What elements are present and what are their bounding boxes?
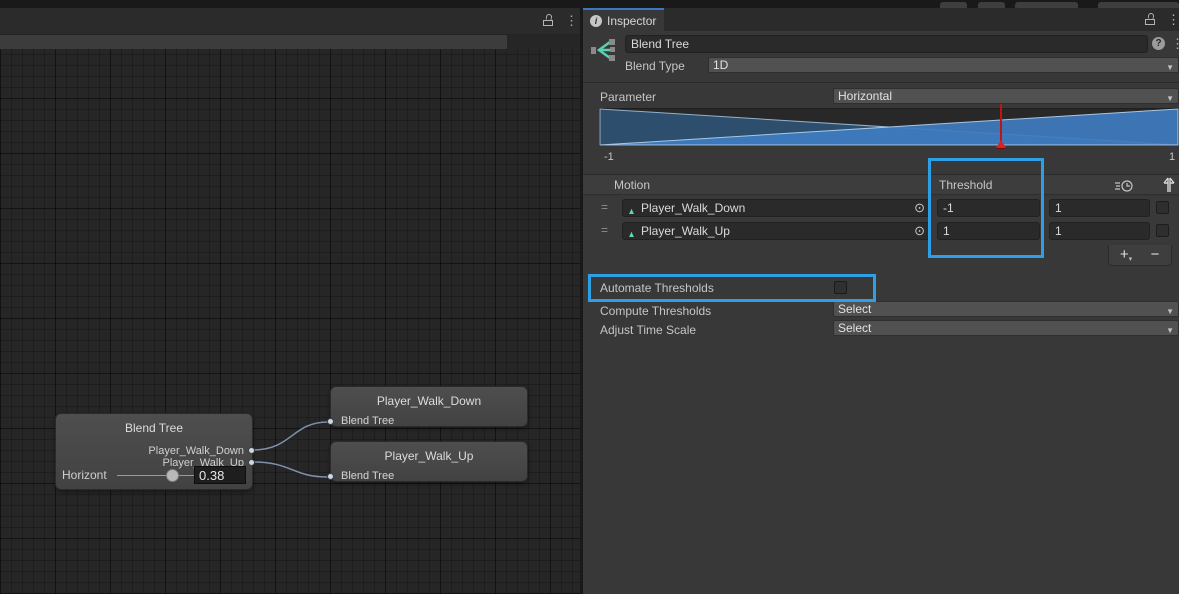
motion-row: = ▲ Player_Walk_Up ⊙ 1 1	[583, 220, 1179, 242]
motion-name: Player_Walk_Up	[641, 224, 730, 238]
threshold-field[interactable]: -1	[937, 199, 1040, 217]
adjust-time-scale-label: Adjust Time Scale	[600, 323, 696, 337]
animation-clip-icon: ▲	[627, 203, 635, 219]
lock-icon[interactable]	[1145, 13, 1155, 29]
parameter-dropdown[interactable]: Horizontal ▼	[833, 88, 1179, 104]
blend-space-graph[interactable]	[599, 108, 1179, 146]
asset-name-field[interactable]: Blend Tree	[625, 35, 1148, 53]
inspector-top-strip	[583, 0, 1179, 8]
motion-name: Player_Walk_Down	[641, 201, 745, 215]
blend-max-label: 1	[1169, 151, 1175, 163]
chevron-down-icon: ▼	[1166, 61, 1174, 75]
speed-field[interactable]: 1	[1049, 222, 1150, 240]
blend-min-label: -1	[604, 151, 614, 163]
animator-grid-canvas[interactable]: Blend Tree Player_Walk_Down Player_Walk_…	[0, 49, 580, 594]
inspector-tab-label: Inspector	[607, 14, 656, 28]
animator-panel: ⋮ Blend Tree Player_Walk_Down Player_Wal…	[0, 0, 580, 594]
inspector-panel: i Inspector ⋮ Blend Tree ? ⋮ Blend Type …	[583, 0, 1179, 594]
tab-inspector[interactable]: i Inspector	[583, 8, 664, 31]
blend-tree-node-title: Blend Tree	[56, 414, 252, 435]
parameter-value: Horizontal	[838, 89, 892, 103]
blend-playhead-marker-icon[interactable]	[996, 140, 1006, 148]
output-label-walk-down: Player_Walk_Down	[148, 445, 244, 457]
walk-up-node[interactable]: Player_Walk_Up Blend Tree	[330, 441, 528, 482]
parameter-slider-row: Horizont 0.38	[62, 466, 246, 484]
blend-tree-asset-icon	[590, 36, 618, 64]
preset-menu-icon[interactable]: ⋮	[1171, 36, 1179, 52]
motion-list-header: Motion Threshold	[583, 174, 1179, 195]
mirror-checkbox[interactable]	[1156, 224, 1169, 237]
blend-weight-triangles	[600, 109, 1178, 145]
inspector-menu-icon[interactable]: ⋮	[1167, 12, 1179, 28]
inspector-tab-bar: i Inspector ⋮	[583, 8, 1179, 31]
mirror-icon	[1163, 177, 1175, 193]
walk-up-input-port[interactable]	[327, 473, 334, 480]
motion-object-field[interactable]: ▲ Player_Walk_Down ⊙	[622, 199, 930, 217]
parameter-label: Parameter	[600, 90, 656, 104]
parameter-slider-label: Horizont	[62, 468, 107, 482]
add-dropdown-caret-icon: ▾	[1129, 256, 1133, 263]
remove-motion-button[interactable]: −	[1142, 246, 1168, 263]
chevron-down-icon: ▼	[1166, 324, 1174, 338]
help-icon[interactable]: ?	[1152, 37, 1165, 50]
walk-up-node-title: Player_Walk_Up	[331, 442, 527, 463]
blend-tree-node[interactable]: Blend Tree Player_Walk_Down Player_Walk_…	[55, 413, 253, 490]
parameter-slider-track[interactable]	[117, 475, 203, 476]
object-picker-icon[interactable]: ⊙	[914, 223, 925, 239]
blend-type-label: Blend Type	[625, 59, 685, 73]
add-label: +	[1120, 246, 1129, 263]
walk-down-node-title: Player_Walk_Down	[331, 387, 527, 408]
blend-type-dropdown[interactable]: 1D ▼	[708, 57, 1179, 73]
threshold-field[interactable]: 1	[937, 222, 1040, 240]
drag-handle-icon[interactable]: =	[601, 200, 607, 214]
motion-list-footer: +▾ −	[1108, 245, 1172, 266]
output-port-walk-down[interactable]	[248, 447, 255, 454]
chevron-down-icon: ▼	[1166, 305, 1174, 319]
add-motion-button[interactable]: +▾	[1113, 246, 1139, 263]
chevron-down-icon: ▼	[1166, 92, 1174, 106]
speed-field[interactable]: 1	[1049, 199, 1150, 217]
automate-thresholds-label: Automate Thresholds	[600, 281, 714, 295]
walk-up-port-label: Blend Tree	[341, 470, 394, 482]
compute-thresholds-dropdown[interactable]: Select ▼	[833, 301, 1179, 317]
output-port-walk-up[interactable]	[248, 459, 255, 466]
motion-row: = ▲ Player_Walk_Down ⊙ -1 1	[583, 197, 1179, 219]
automate-thresholds-checkbox[interactable]	[834, 281, 847, 294]
motion-object-field[interactable]: ▲ Player_Walk_Up ⊙	[622, 222, 930, 240]
motion-column-header: Motion	[614, 178, 650, 192]
object-picker-icon[interactable]: ⊙	[914, 200, 925, 216]
animation-clip-icon: ▲	[627, 226, 635, 242]
remove-label: −	[1151, 246, 1160, 263]
adjust-time-scale-value: Select	[838, 321, 871, 335]
parameter-slider-handle[interactable]	[166, 469, 179, 482]
drag-handle-icon[interactable]: =	[601, 223, 607, 237]
mirror-checkbox[interactable]	[1156, 201, 1169, 214]
blend-playhead-line[interactable]	[1000, 104, 1002, 144]
threshold-column-header: Threshold	[939, 178, 992, 192]
speed-icon	[1114, 179, 1134, 193]
adjust-time-scale-dropdown[interactable]: Select ▼	[833, 320, 1179, 336]
walk-down-input-port[interactable]	[327, 418, 334, 425]
blend-type-value: 1D	[713, 58, 728, 72]
walk-down-port-label: Blend Tree	[341, 415, 394, 427]
compute-thresholds-label: Compute Thresholds	[600, 304, 711, 318]
header-separator	[583, 82, 1179, 83]
parameter-value-field[interactable]: 0.38	[194, 466, 246, 484]
walk-down-node[interactable]: Player_Walk_Down Blend Tree	[330, 386, 528, 427]
info-icon: i	[590, 15, 602, 27]
compute-thresholds-value: Select	[838, 302, 871, 316]
